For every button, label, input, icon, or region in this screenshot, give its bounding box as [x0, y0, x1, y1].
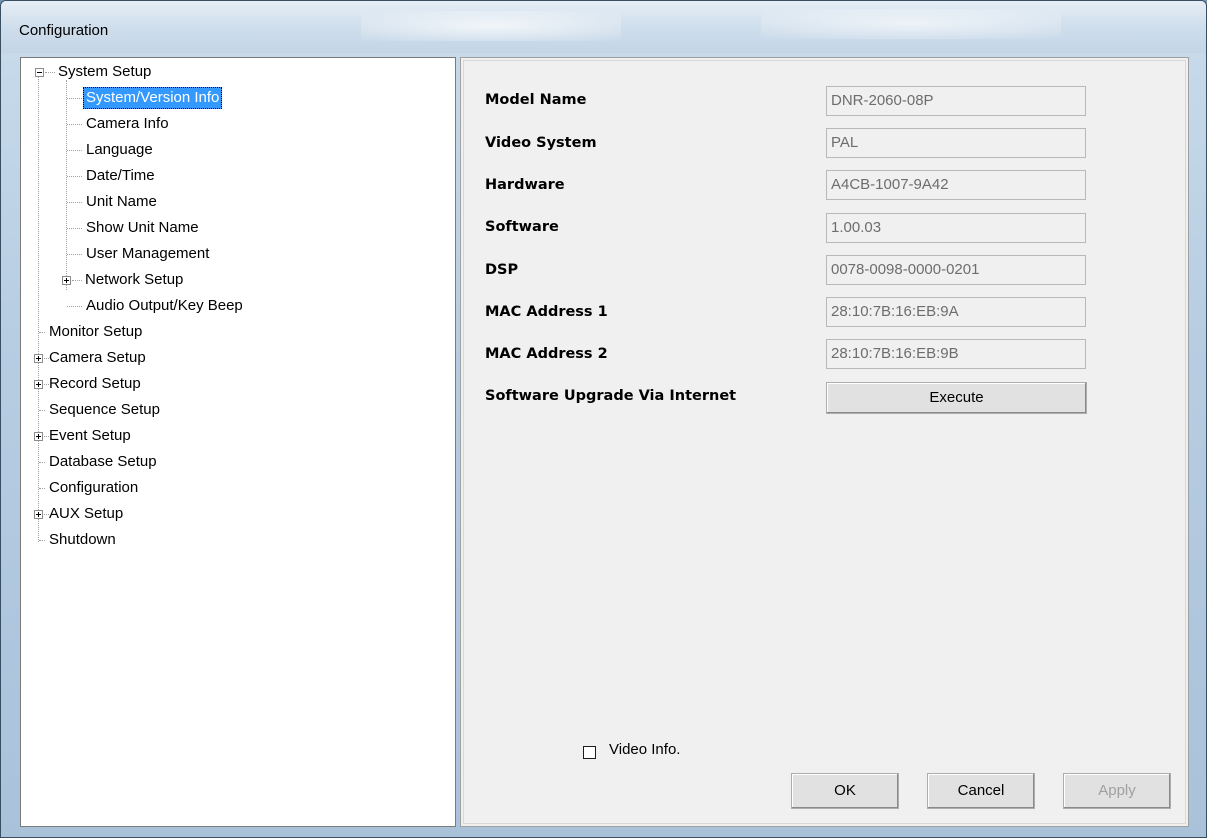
- title-glow: [361, 11, 621, 41]
- tree-item-label: Audio Output/Key Beep: [86, 297, 243, 314]
- tree-item-label: AUX Setup: [49, 505, 124, 522]
- tree-connector-line: [39, 332, 45, 333]
- tree-connector-line: [67, 124, 82, 125]
- tree-connector-line: [67, 98, 82, 99]
- system-version-info-panel: Model Name DNR-2060-08P Video System PAL…: [460, 57, 1189, 827]
- expand-icon[interactable]: [34, 380, 43, 389]
- dsp-label: DSP: [485, 262, 519, 278]
- tree-connector-line: [39, 540, 45, 541]
- tree-item-label: Record Setup: [49, 375, 141, 392]
- settings-tree[interactable]: System Setup System/Version Info Camera …: [21, 58, 455, 826]
- tree-connector-line: [67, 176, 82, 177]
- model-name-field: DNR-2060-08P: [826, 86, 1086, 116]
- tree-item-label: Show Unit Name: [86, 219, 199, 236]
- settings-tree-panel: System Setup System/Version Info Camera …: [20, 57, 456, 827]
- tree-item-label: Configuration: [49, 479, 139, 496]
- tree-connector-line: [67, 202, 82, 203]
- configuration-window: Configuration System Setup System/Versio…: [0, 0, 1207, 838]
- tree-item-label: Camera Info: [86, 115, 169, 132]
- tree-item-label: Shutdown: [49, 531, 116, 548]
- software-upgrade-label: Software Upgrade Via Internet: [485, 388, 737, 404]
- tree-item-label: Unit Name: [86, 193, 157, 210]
- tree-item-label: Monitor Setup: [49, 323, 143, 340]
- video-system-field: PAL: [826, 128, 1086, 158]
- tree-connector-line: [66, 80, 67, 290]
- mac-address-1-field: 28:10:7B:16:EB:9A: [826, 297, 1086, 327]
- title-bar[interactable]: Configuration: [1, 1, 1206, 53]
- tree-connector-line: [67, 228, 82, 229]
- tree-connector-line: [45, 72, 55, 73]
- mac-address-2-label: MAC Address 2: [485, 346, 608, 362]
- mac-address-1-label: MAC Address 1: [485, 304, 608, 320]
- expand-icon[interactable]: [34, 432, 43, 441]
- dsp-field: 0078-0098-0000-0201: [826, 255, 1086, 285]
- tree-item-label: Sequence Setup: [49, 401, 160, 418]
- tree-item-label: Language: [86, 141, 153, 158]
- ok-button[interactable]: OK: [791, 773, 899, 809]
- mac-address-2-field: 28:10:7B:16:EB:9B: [826, 339, 1086, 369]
- video-info-checkbox[interactable]: [583, 746, 596, 759]
- hardware-field: A4CB-1007-9A42: [826, 170, 1086, 200]
- tree-item-label: System/Version Info: [83, 87, 223, 109]
- tree-connector-line: [67, 254, 82, 255]
- collapse-icon[interactable]: [35, 68, 44, 77]
- tree-item-label: User Management: [86, 245, 210, 262]
- software-field: 1.00.03: [826, 213, 1086, 243]
- tree-connector-line: [67, 306, 82, 307]
- expand-icon[interactable]: [34, 510, 43, 519]
- tree-item-label: Event Setup: [49, 427, 131, 444]
- tree-item-label: Camera Setup: [49, 349, 146, 366]
- tree-connector-line: [39, 410, 45, 411]
- video-info-label: Video Info.: [609, 741, 681, 758]
- execute-button[interactable]: Execute: [826, 382, 1087, 414]
- tree-item-label: Date/Time: [86, 167, 155, 184]
- software-label: Software: [485, 219, 559, 235]
- tree-connector-line: [39, 488, 45, 489]
- expand-icon[interactable]: [34, 354, 43, 363]
- tree-item-label: System Setup: [58, 63, 152, 80]
- tree-connector-line: [67, 150, 82, 151]
- tree-connector-line: [39, 462, 45, 463]
- tree-item-label: Database Setup: [49, 453, 157, 470]
- model-name-label: Model Name: [485, 92, 587, 108]
- title-glow: [761, 9, 1061, 39]
- tree-connector-line: [38, 76, 39, 542]
- window-title: Configuration: [19, 22, 109, 39]
- video-system-label: Video System: [485, 135, 597, 151]
- tree-item-label: Network Setup: [85, 271, 184, 288]
- cancel-button[interactable]: Cancel: [927, 773, 1035, 809]
- expand-icon[interactable]: [62, 276, 71, 285]
- apply-button[interactable]: Apply: [1063, 773, 1171, 809]
- tree-connector-line: [72, 280, 82, 281]
- hardware-label: Hardware: [485, 177, 565, 193]
